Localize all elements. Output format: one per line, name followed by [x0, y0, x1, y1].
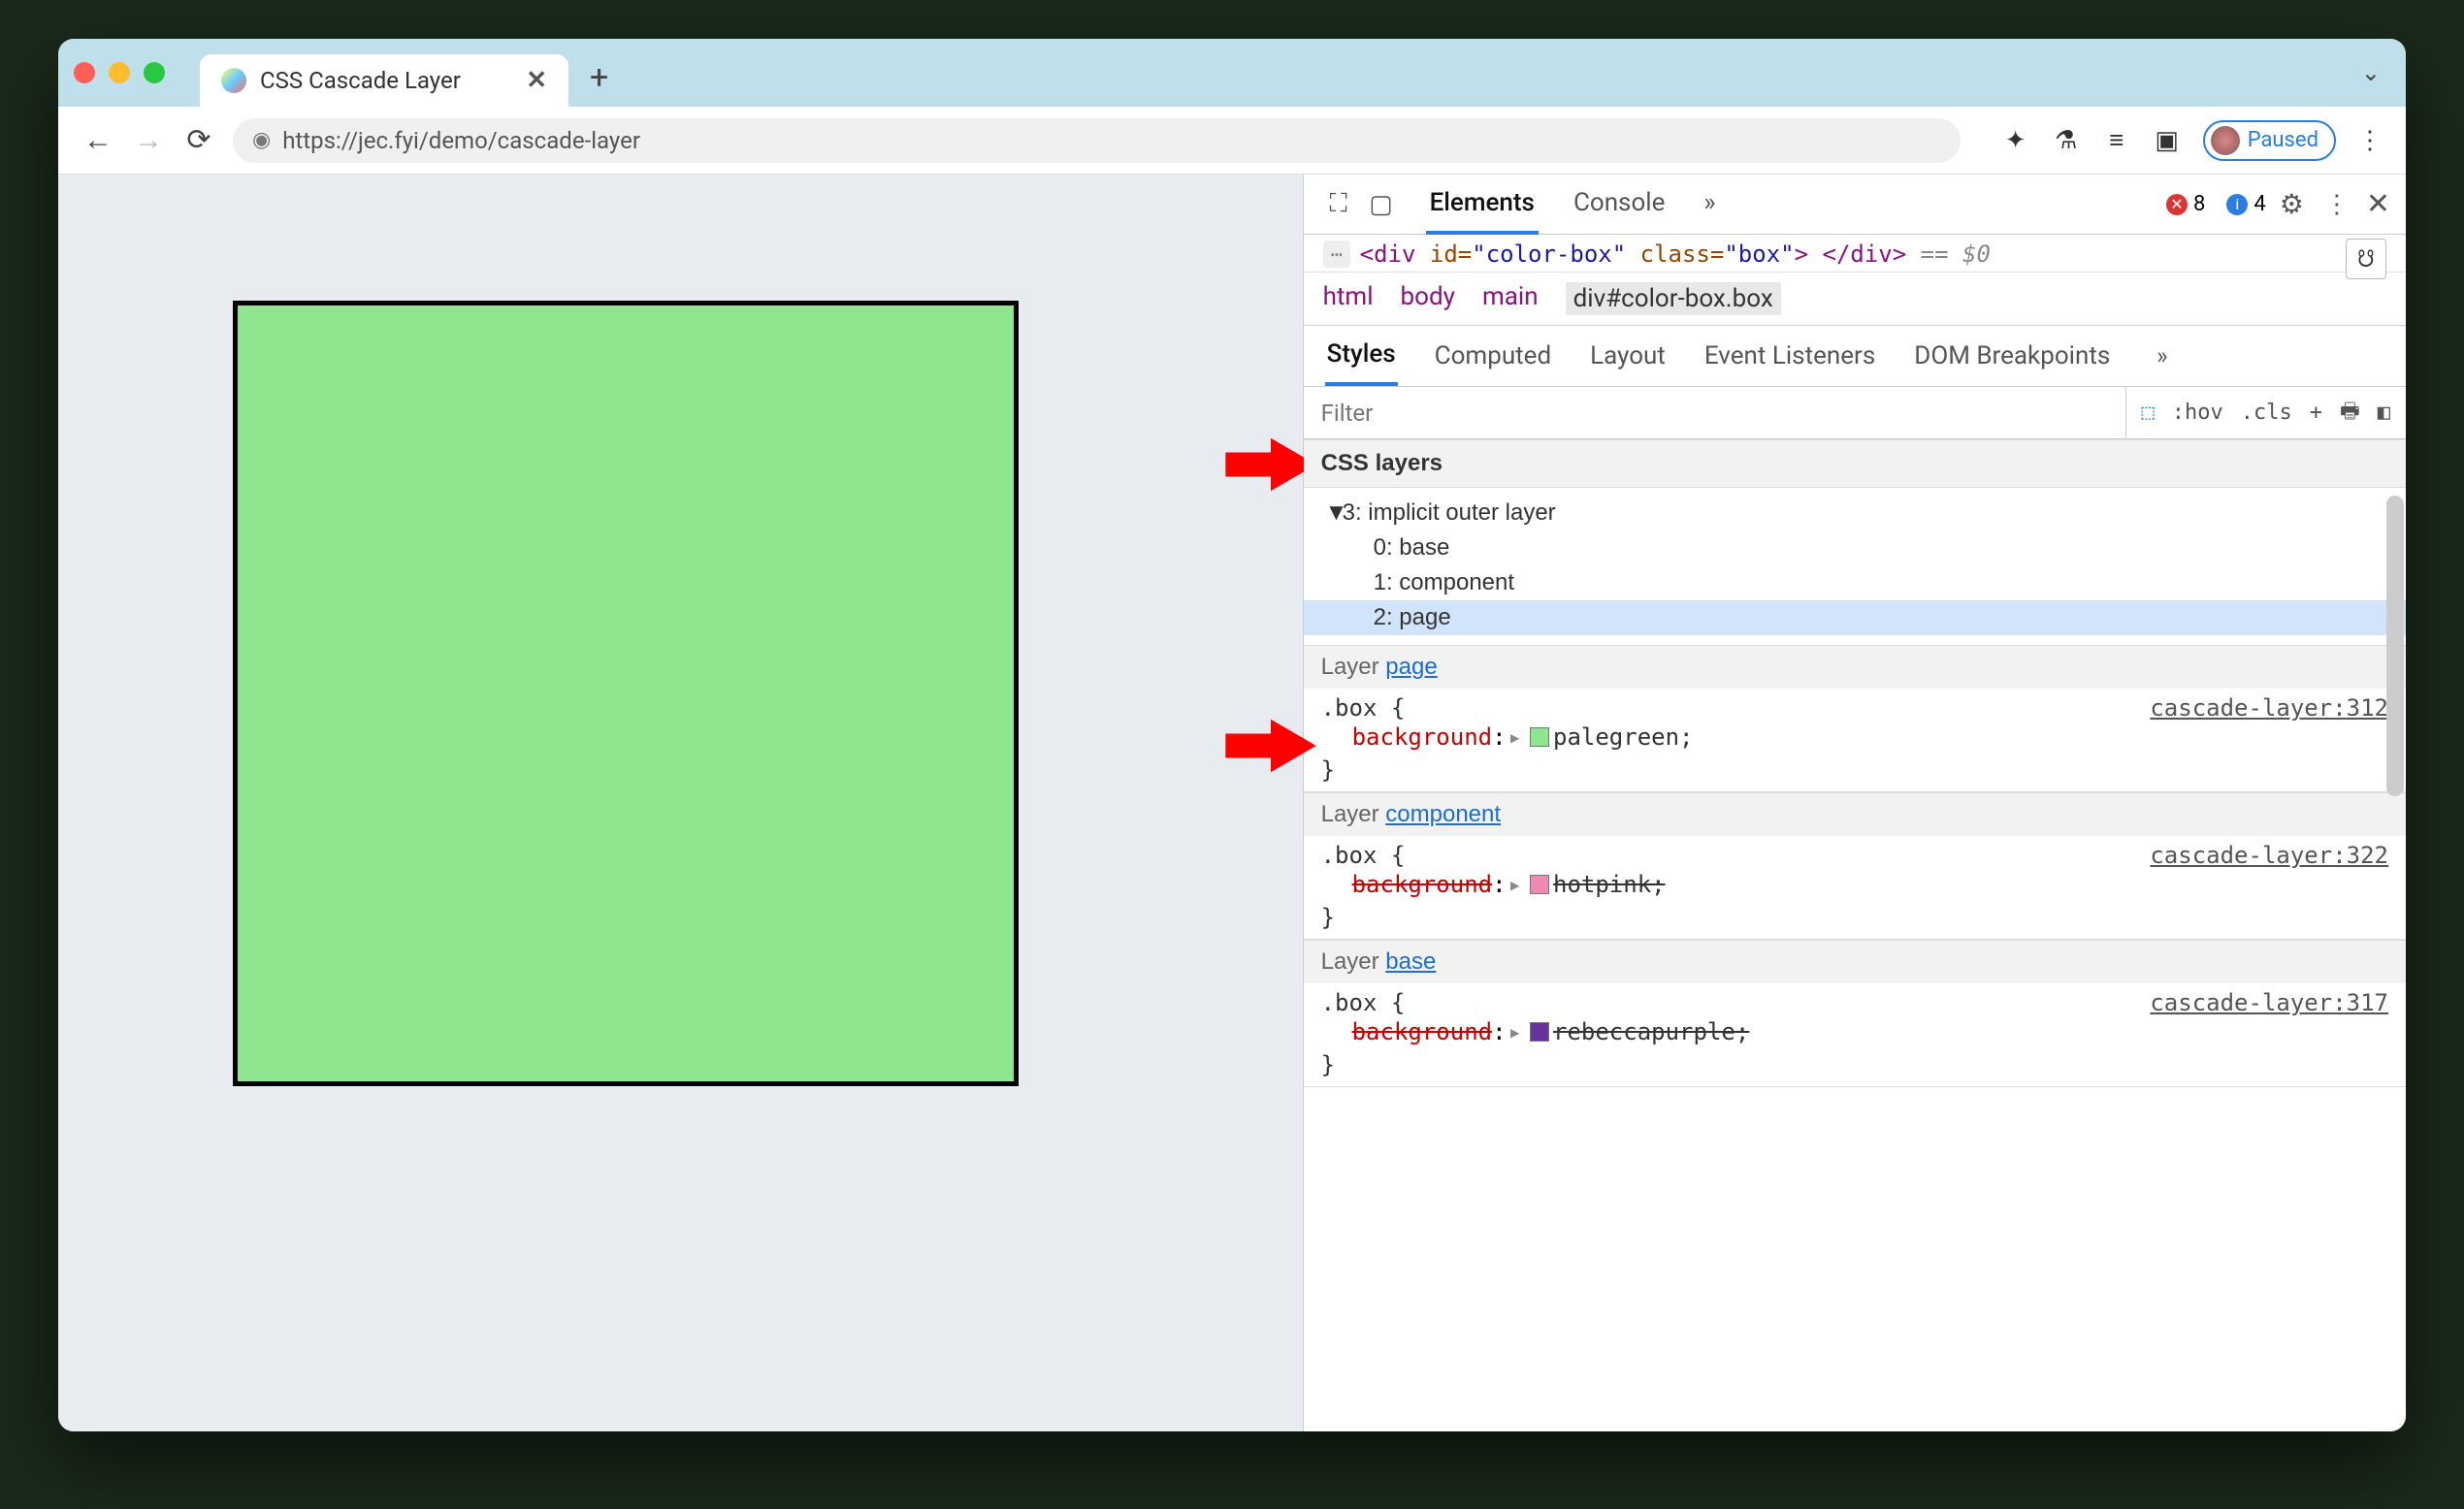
browser-window: CSS Cascade Layer ✕ + ⌄ ← → ⟳ ◉ https://… — [58, 39, 2406, 1431]
toolbar-icons: ✦ ⚗ ≡ ▣ Paused ⋮ — [2001, 120, 2383, 161]
cls-toggle[interactable]: .cls — [2241, 401, 2292, 425]
scrollbar[interactable] — [2386, 496, 2404, 796]
styles-tools: ⬚ :hov .cls + 🖶 ◧ — [2126, 395, 2407, 432]
breadcrumb-main[interactable]: main — [1482, 282, 1539, 315]
tab-bar: CSS Cascade Layer ✕ + ⌄ — [58, 39, 2406, 107]
style-rule: Layer component .box { cascade-layer:322… — [1304, 792, 2406, 940]
tab-styles[interactable]: Styles — [1325, 326, 1398, 386]
reload-button[interactable]: ⟳ — [182, 123, 215, 157]
traffic-lights — [74, 62, 165, 83]
breadcrumb-body[interactable]: body — [1401, 282, 1455, 315]
sidebar-toggle-icon[interactable]: ◧ — [2378, 401, 2390, 425]
tab-computed[interactable]: Computed — [1433, 328, 1553, 384]
css-layers-header: CSS layers — [1304, 439, 2406, 488]
maximize-window-button[interactable] — [144, 62, 165, 83]
devtools-toolbar: ⛶ ▢ Elements Console » ✕8 i4 ⚙ ⋮ ✕ — [1304, 175, 2406, 235]
error-badge[interactable]: ✕8 — [2166, 192, 2205, 216]
rule-declaration[interactable]: background:▸rebeccapurple; — [1304, 1016, 2406, 1051]
tab-elements[interactable]: Elements — [1426, 175, 1539, 235]
paused-label: Paused — [2248, 128, 2318, 152]
rule-source-link[interactable]: cascade-layer:312 — [2150, 694, 2388, 722]
rule-selector[interactable]: .box { — [1321, 842, 1406, 869]
tab-layout[interactable]: Layout — [1588, 328, 1668, 384]
layer-tree-row[interactable]: 1: component — [1321, 565, 2388, 600]
close-window-button[interactable] — [74, 62, 95, 83]
layer-tree-row[interactable]: 0: base — [1321, 530, 2388, 565]
css-layers-tree: ▼3: implicit outer layer 0: base 1: comp… — [1304, 488, 2406, 645]
devtools-tabs: Elements Console » — [1426, 175, 1720, 235]
settings-icon[interactable]: ⚙ — [2280, 188, 2304, 220]
layer-link[interactable]: page — [1385, 654, 1437, 680]
layer-link[interactable]: base — [1385, 948, 1436, 975]
labs-icon[interactable]: ⚗ — [2052, 126, 2081, 155]
rule-source-link[interactable]: cascade-layer:322 — [2150, 842, 2388, 869]
layer-link[interactable]: component — [1385, 801, 1501, 827]
print-icon[interactable]: 🖶 — [2340, 395, 2360, 432]
url-text: https://jec.fyi/demo/cascade-layer — [282, 127, 640, 154]
forward-button[interactable]: → — [132, 123, 165, 157]
tabs-dropdown-icon[interactable]: ⌄ — [2361, 59, 2381, 86]
annotation-arrow-icon — [1225, 708, 1316, 796]
close-tab-button[interactable]: ✕ — [526, 66, 547, 95]
site-info-icon[interactable]: ◉ — [252, 128, 271, 152]
back-button[interactable]: ← — [81, 123, 114, 157]
breadcrumb-html[interactable]: html — [1323, 282, 1374, 315]
layers-toggle-icon[interactable]: ⬚ — [2142, 401, 2155, 425]
styles-filter-input[interactable] — [1304, 387, 2126, 438]
style-rule: Layer page .box { cascade-layer:312 back… — [1304, 645, 2406, 792]
tab-dom-breakpoints[interactable]: DOM Breakpoints — [1912, 328, 2112, 384]
device-toggle-icon[interactable]: ▢ — [1362, 190, 1401, 219]
avatar — [2211, 126, 2240, 155]
styles-filter-row: ⬚ :hov .cls + 🖶 ◧ — [1304, 387, 2406, 439]
rule-close-brace: } — [1304, 756, 2406, 791]
browser-tab[interactable]: CSS Cascade Layer ✕ — [200, 54, 568, 107]
styles-tabs-more[interactable]: » — [2155, 329, 2169, 383]
hov-toggle[interactable]: :hov — [2172, 401, 2223, 425]
tabs-more[interactable]: » — [1700, 175, 1719, 235]
breadcrumb-selected[interactable]: div#color-box.box — [1566, 282, 1781, 315]
annotation-arrow-icon — [1225, 427, 1316, 515]
dom-breadcrumb: html body main div#color-box.box — [1304, 273, 2406, 326]
inspect-element-icon[interactable]: ⛶ — [1319, 189, 1358, 219]
rule-selector[interactable]: .box { — [1321, 694, 1406, 722]
url-bar: ← → ⟳ ◉ https://jec.fyi/demo/cascade-lay… — [58, 107, 2406, 175]
color-box — [233, 301, 1019, 1086]
extensions-icon[interactable]: ✦ — [2001, 126, 2030, 155]
info-badge[interactable]: i4 — [2226, 192, 2265, 216]
rule-close-brace: } — [1304, 904, 2406, 939]
layer-tree-row-selected[interactable]: 2: page — [1304, 600, 2406, 635]
elements-dom-line[interactable]: ⋯ <div id="color-box" class="box"> </div… — [1304, 235, 2406, 273]
panel-icon[interactable]: ▣ — [2153, 126, 2182, 155]
layer-label: Layer base — [1304, 940, 2406, 983]
favicon — [221, 68, 246, 93]
layer-label: Layer page — [1304, 645, 2406, 689]
new-tab-button[interactable]: + — [590, 58, 608, 97]
layer-tree-row[interactable]: ▼3: implicit outer layer — [1321, 496, 2388, 530]
tab-console[interactable]: Console — [1570, 175, 1669, 235]
layer-label: Layer component — [1304, 792, 2406, 836]
rule-declaration[interactable]: background:▸palegreen; — [1304, 722, 2406, 756]
rule-source-link[interactable]: cascade-layer:317 — [2150, 989, 2388, 1016]
styles-body: CSS layers ▼3: implicit outer layer 0: b… — [1304, 439, 2406, 1431]
address-bar[interactable]: ◉ https://jec.fyi/demo/cascade-layer — [233, 118, 1961, 163]
close-devtools-button[interactable]: ✕ — [2366, 187, 2390, 221]
rule-close-brace: } — [1304, 1051, 2406, 1086]
paused-chip[interactable]: Paused — [2203, 120, 2336, 161]
styles-tabs: Styles Computed Layout Event Listeners D… — [1304, 326, 2406, 387]
main-area: ⛶ ▢ Elements Console » ✕8 i4 ⚙ ⋮ ✕ ⋯ — [58, 175, 2406, 1431]
playlist-icon[interactable]: ≡ — [2102, 126, 2131, 155]
rule-selector[interactable]: .box { — [1321, 989, 1406, 1016]
minimize-window-button[interactable] — [109, 62, 130, 83]
new-rule-button[interactable]: + — [2310, 401, 2322, 425]
page-viewport — [58, 175, 1303, 1431]
tab-title: CSS Cascade Layer — [260, 67, 512, 94]
browser-menu-icon[interactable]: ⋮ — [2357, 126, 2383, 155]
tab-event-listeners[interactable]: Event Listeners — [1702, 328, 1877, 384]
rule-declaration[interactable]: background:▸hotpink; — [1304, 869, 2406, 904]
devtools-menu-icon[interactable]: ⋮ — [2318, 190, 2356, 219]
devtools-panel: ⛶ ▢ Elements Console » ✕8 i4 ⚙ ⋮ ✕ ⋯ — [1303, 175, 2406, 1431]
style-rule: Layer base .box { cascade-layer:317 back… — [1304, 940, 2406, 1087]
accessibility-icon[interactable]: ☋ — [2346, 239, 2386, 279]
collapsed-indicator[interactable]: ⋯ — [1323, 241, 1350, 268]
